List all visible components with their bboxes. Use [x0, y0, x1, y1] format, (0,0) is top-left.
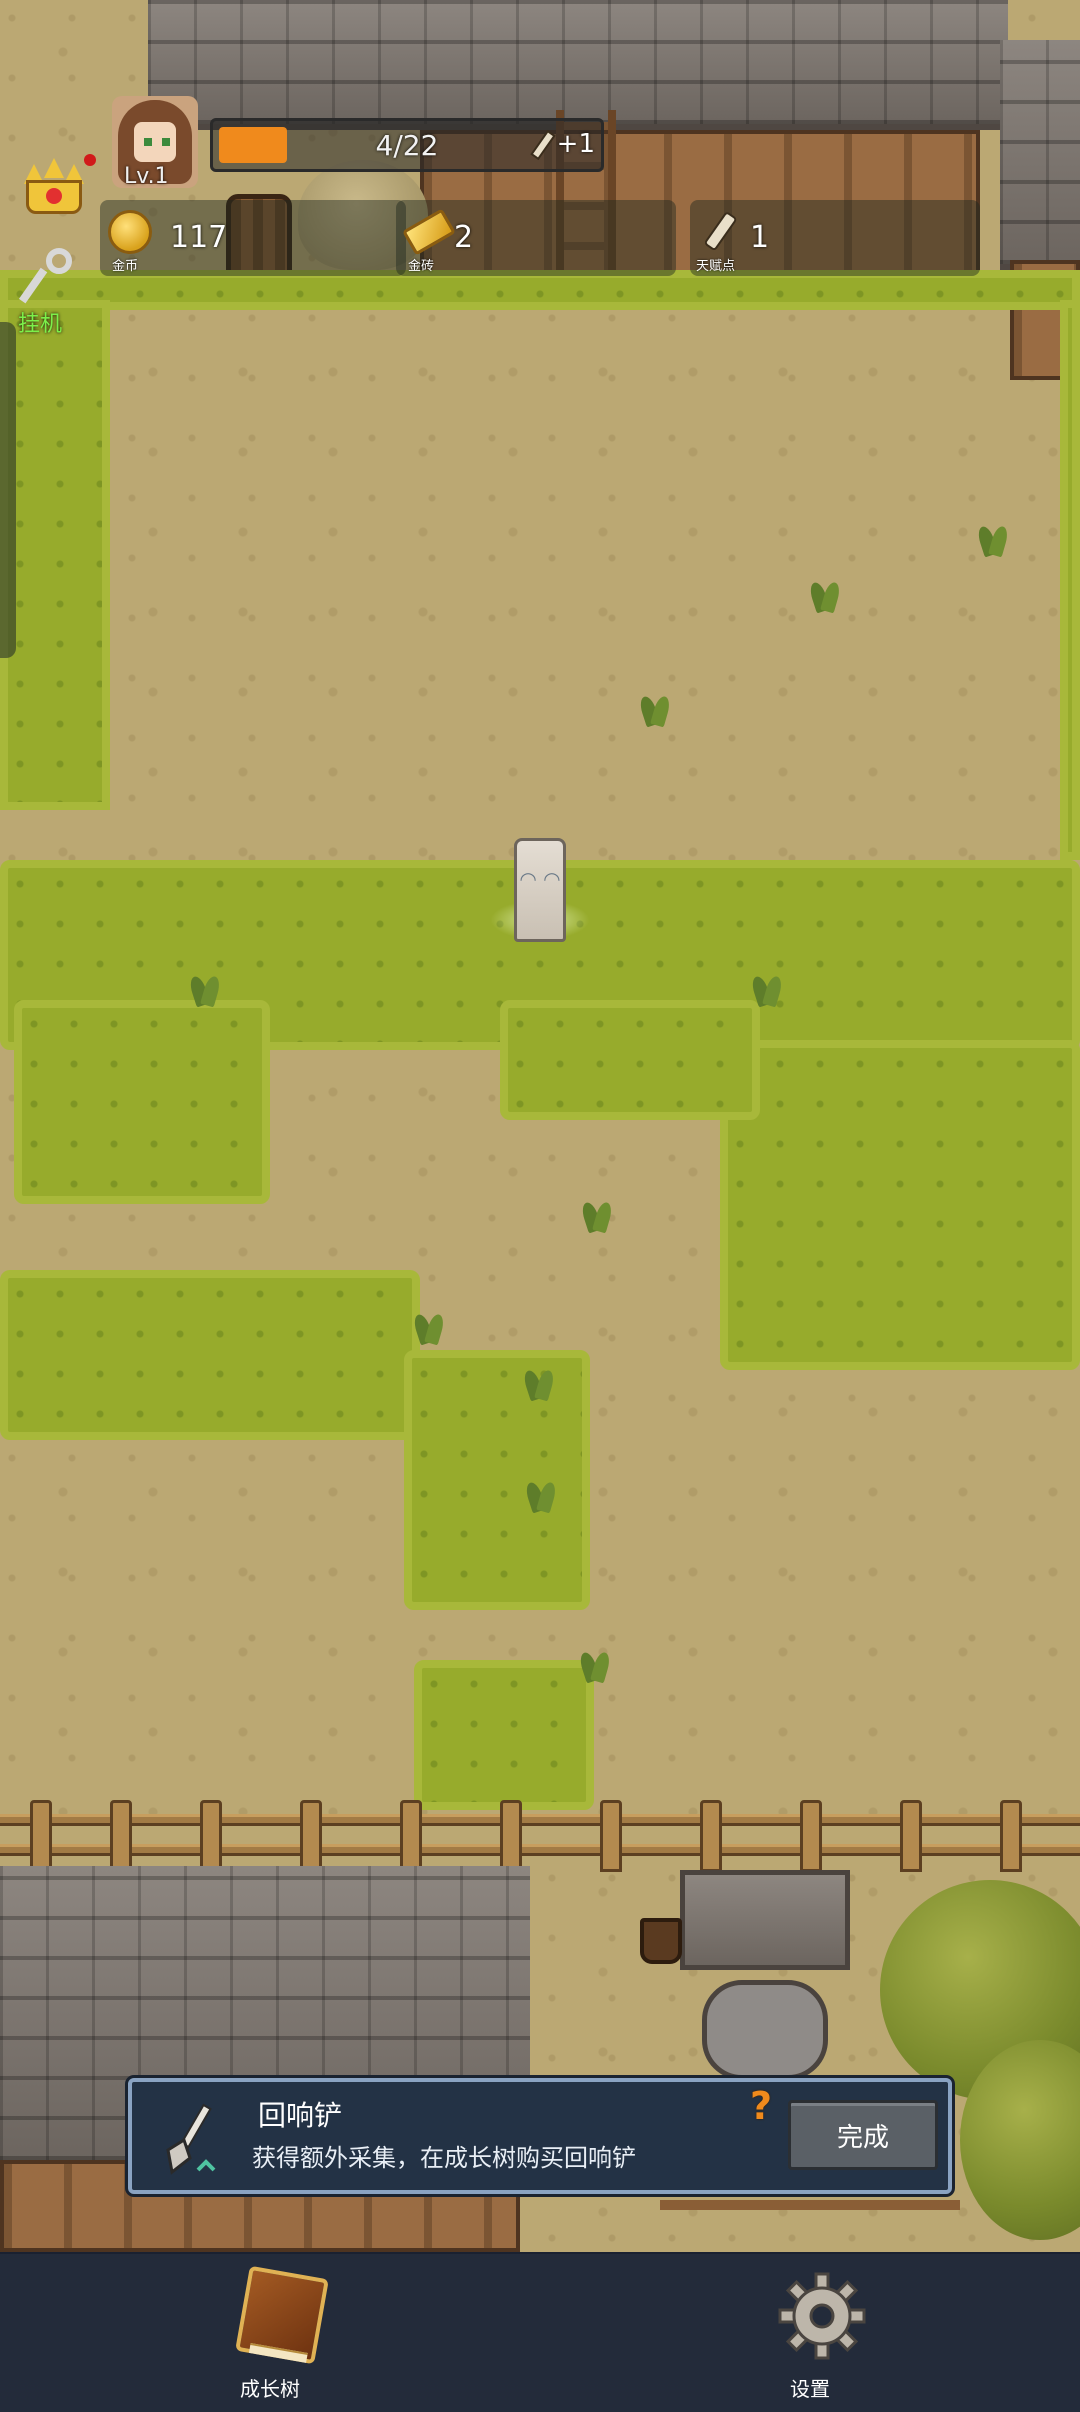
weed-plant[interactable] — [406, 1308, 452, 1348]
complete-button[interactable]: 完成 — [788, 2100, 938, 2170]
grass-lower-left — [0, 1270, 420, 1440]
gold-brick-value: 2 — [454, 220, 474, 255]
grass-left-block — [14, 1000, 270, 1204]
nav-growth-tree-label: 成长树 — [240, 2377, 300, 2401]
fence-post — [900, 1800, 922, 1872]
weed-plant[interactable] — [516, 1364, 562, 1404]
gear-icon — [778, 2272, 866, 2360]
fence-post — [110, 1800, 132, 1872]
fence-post — [1000, 1800, 1022, 1872]
grass-right-edge — [1060, 300, 1080, 860]
idle-button[interactable]: 挂机 — [18, 306, 62, 338]
weed-plant[interactable] — [574, 1196, 620, 1236]
book-pages — [248, 2342, 308, 2363]
gold-brick-counter[interactable]: 2 金砖 — [396, 200, 676, 276]
player-level: Lv.1 — [124, 164, 169, 189]
quest-description: 获得额外采集，在成长树购买回响铲 — [252, 2144, 636, 2172]
talent-counter[interactable]: 1 天赋点 — [690, 200, 980, 276]
well-roof — [680, 1870, 850, 1970]
gold-brick-caption: 金砖 — [408, 259, 435, 274]
weed-plant[interactable] — [802, 576, 848, 616]
quest-title: 回响铲 — [258, 2099, 343, 2132]
grass-right-block — [720, 1040, 1080, 1370]
avatar-eye — [162, 138, 170, 146]
fence-post — [300, 1800, 322, 1872]
book-icon — [235, 2265, 329, 2365]
fence-post — [30, 1800, 52, 1872]
fence-post — [700, 1800, 722, 1872]
player-stone-character[interactable]: ◠ ◠ — [514, 838, 566, 942]
crown-gem — [46, 188, 62, 204]
weed-plant[interactable] — [970, 520, 1016, 560]
weed-plant[interactable] — [632, 690, 678, 730]
well-base — [702, 1980, 828, 2080]
fence-post — [800, 1800, 822, 1872]
key-shaft — [18, 267, 48, 304]
fence-post — [500, 1800, 522, 1872]
water-well[interactable] — [680, 1870, 850, 2090]
fence-post — [200, 1800, 222, 1872]
weed-plant[interactable] — [182, 970, 228, 1010]
weed-plant[interactable] — [744, 970, 790, 1010]
avatar-eye — [144, 138, 152, 146]
side-drawer-handle[interactable] — [0, 322, 16, 658]
key-ring — [46, 248, 72, 274]
grass-center-right — [500, 1000, 760, 1120]
grass-bottom-mid — [414, 1660, 594, 1810]
shovel-icon — [166, 2103, 216, 2175]
nav-growth-tree[interactable]: 成长树 — [190, 2265, 350, 2408]
wooden-cart — [660, 2200, 960, 2252]
nav-settings-label: 设置 — [790, 2377, 830, 2401]
xp-bar: 4/22 +1 — [210, 118, 604, 172]
key-icon[interactable] — [18, 248, 86, 308]
coin-icon — [108, 210, 152, 254]
grass-left-edge — [0, 300, 110, 810]
fence-post — [600, 1800, 622, 1872]
nav-settings[interactable]: 设置 — [730, 2268, 890, 2408]
talent-caption: 天赋点 — [696, 259, 736, 274]
crown-icon[interactable] — [22, 158, 86, 222]
character-face: ◠ ◠ — [519, 867, 561, 891]
fence-post — [400, 1800, 422, 1872]
wooden-fence — [0, 1800, 1080, 1872]
hud: Lv.1 4/22 +1 117 金币 2 金砖 1 天赋点 挂机 — [0, 0, 1080, 340]
talent-value: 1 — [750, 220, 770, 255]
coin-value: 117 — [170, 220, 228, 255]
water-bucket — [640, 1918, 682, 1964]
crown-point — [44, 158, 64, 178]
bottom-nav: 成长树 设置 — [0, 2252, 1080, 2412]
help-icon[interactable]: ? — [750, 2084, 772, 2128]
xp-scroll-icon — [530, 129, 556, 161]
coin-caption: 金币 — [112, 259, 139, 274]
weed-plant[interactable] — [518, 1476, 564, 1516]
talent-scroll-icon — [704, 212, 737, 251]
xp-bonus: +1 — [556, 129, 595, 159]
gold-brick-icon — [402, 208, 456, 256]
weed-plant[interactable] — [572, 1646, 618, 1686]
quest-panel: 回响铲 获得额外采集，在成长树购买回响铲 ? 完成 — [128, 2078, 952, 2194]
coin-counter[interactable]: 117 金币 — [100, 200, 406, 276]
